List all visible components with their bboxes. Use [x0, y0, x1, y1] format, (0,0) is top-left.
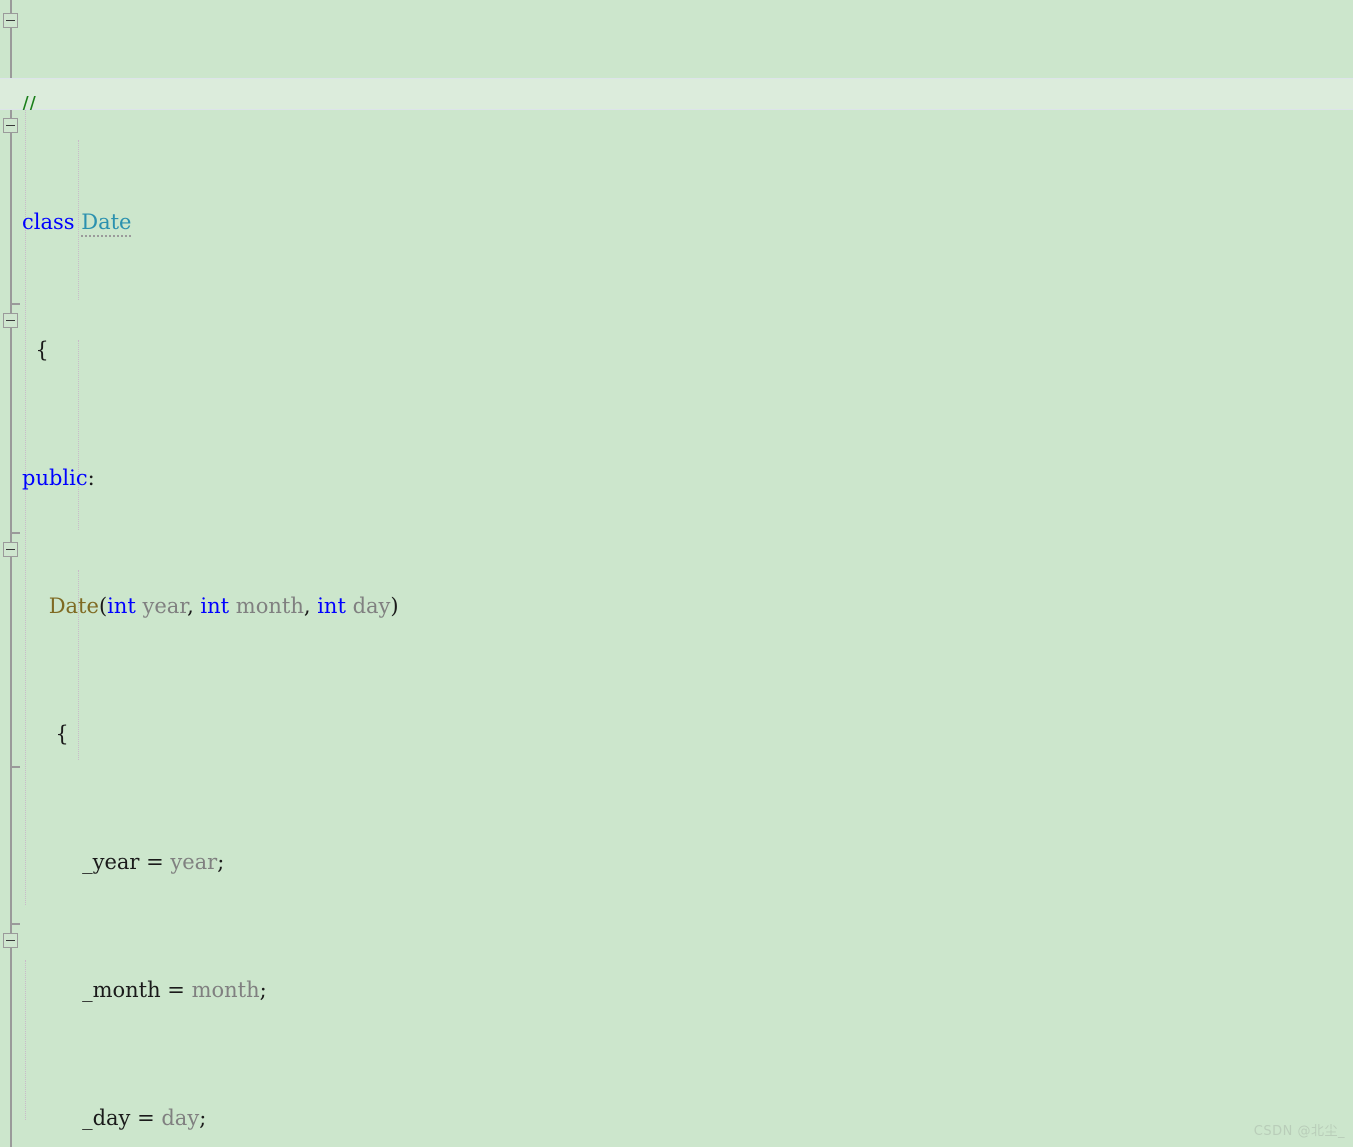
assign-lhs: _month = — [82, 978, 192, 1002]
keyword-public: public — [22, 466, 88, 490]
assign-rhs: month — [191, 978, 260, 1002]
colon: : — [87, 466, 95, 490]
code-editor[interactable]: // class Date { public: Date(int year, i… — [0, 0, 1353, 1147]
semicolon: ; — [259, 978, 267, 1002]
keyword-int: int — [200, 594, 230, 618]
keyword-int: int — [107, 594, 136, 618]
code-line[interactable]: // — [0, 96, 1353, 110]
assign-rhs: day — [161, 1106, 200, 1130]
keyword-class: class — [22, 210, 75, 234]
code-line[interactable]: Date(int year, int month, int day) — [0, 590, 1353, 622]
assign-rhs: year — [170, 850, 218, 874]
type-date: Date — [81, 210, 132, 237]
paren-open: ( — [98, 594, 108, 618]
code-line[interactable]: _year = year; — [0, 846, 1353, 878]
constructor-name: Date — [48, 594, 99, 618]
code-line[interactable]: class Date — [0, 206, 1353, 238]
separator: , — [303, 594, 318, 618]
brace: { — [35, 338, 49, 362]
separator: , — [187, 594, 201, 618]
code-content[interactable]: // class Date { public: Date(int year, i… — [0, 0, 1353, 1147]
csdn-watermark: CSDN @北尘_ — [1253, 1124, 1345, 1139]
comment-token: // — [22, 96, 37, 110]
paren-close: ) — [390, 594, 399, 618]
param-day: day — [352, 594, 391, 618]
keyword-int: int — [317, 594, 346, 618]
param-month: month — [235, 594, 304, 618]
semicolon: ; — [217, 850, 225, 874]
brace: { — [55, 722, 69, 746]
param-year: year — [142, 594, 188, 618]
assign-lhs: _year = — [82, 850, 171, 874]
assign-lhs: _day = — [82, 1106, 162, 1130]
code-line[interactable]: { — [0, 718, 1353, 750]
code-line[interactable]: _day = day; — [0, 1102, 1353, 1134]
semicolon: ; — [199, 1106, 207, 1130]
code-line[interactable]: { — [0, 334, 1353, 366]
code-line[interactable]: _month = month; — [0, 974, 1353, 1006]
code-line[interactable]: public: — [0, 462, 1353, 494]
